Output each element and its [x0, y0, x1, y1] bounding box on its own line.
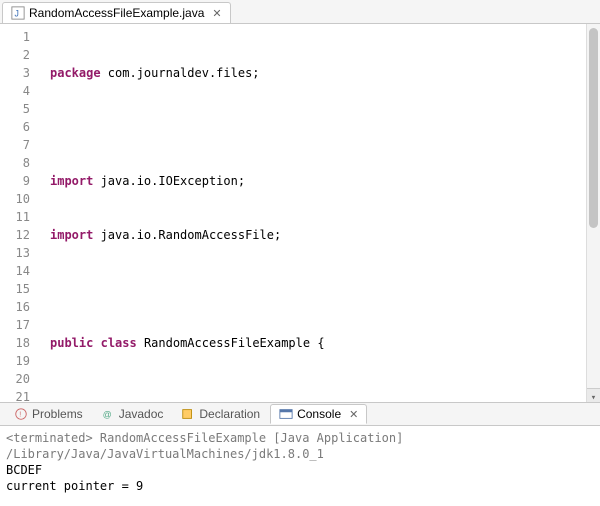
tab-console[interactable]: Console ✕: [270, 404, 367, 424]
svg-text:!: !: [19, 412, 21, 419]
tab-problems[interactable]: ! Problems: [6, 405, 91, 423]
svg-text:@: @: [102, 410, 111, 420]
svg-text:J: J: [15, 9, 19, 19]
bottom-tab-bar: ! Problems @ Javadoc Declaration Console…: [0, 402, 600, 426]
console-view[interactable]: <terminated> RandomAccessFileExample [Ja…: [0, 426, 600, 506]
tab-declaration[interactable]: Declaration: [173, 405, 268, 423]
code-area[interactable]: package com.journaldev.files; import jav…: [36, 24, 600, 402]
tab-label: Javadoc: [119, 407, 164, 421]
console-launch-header: <terminated> RandomAccessFileExample [Ja…: [6, 430, 594, 462]
java-file-icon: J: [11, 6, 25, 20]
close-icon[interactable]: ✕: [349, 408, 358, 421]
console-output-line: current pointer = 9: [6, 478, 594, 494]
scroll-down-icon[interactable]: ▾: [587, 388, 600, 402]
console-output-line: BCDEF: [6, 462, 594, 478]
line-number-gutter: 1 2 3 4 5 6 7 8 9 10 11 12 13 14 15 16 1…: [0, 24, 36, 402]
tab-label: Declaration: [199, 407, 260, 421]
tab-javadoc[interactable]: @ Javadoc: [93, 405, 172, 423]
javadoc-icon: @: [101, 407, 115, 421]
tab-label: Problems: [32, 407, 83, 421]
close-icon[interactable]: ✕: [212, 7, 221, 20]
editor-scrollbar[interactable]: ▾: [586, 24, 600, 402]
problems-icon: !: [14, 407, 28, 421]
editor-tab-title: RandomAccessFileExample.java: [29, 6, 204, 20]
editor-tab-bar: J RandomAccessFileExample.java ✕: [0, 0, 600, 24]
scrollbar-thumb[interactable]: [589, 28, 598, 228]
editor-tab[interactable]: J RandomAccessFileExample.java ✕: [2, 2, 231, 23]
tab-label: Console: [297, 407, 341, 421]
declaration-icon: [181, 407, 195, 421]
code-editor[interactable]: 1 2 3 4 5 6 7 8 9 10 11 12 13 14 15 16 1…: [0, 24, 600, 402]
console-icon: [279, 407, 293, 421]
